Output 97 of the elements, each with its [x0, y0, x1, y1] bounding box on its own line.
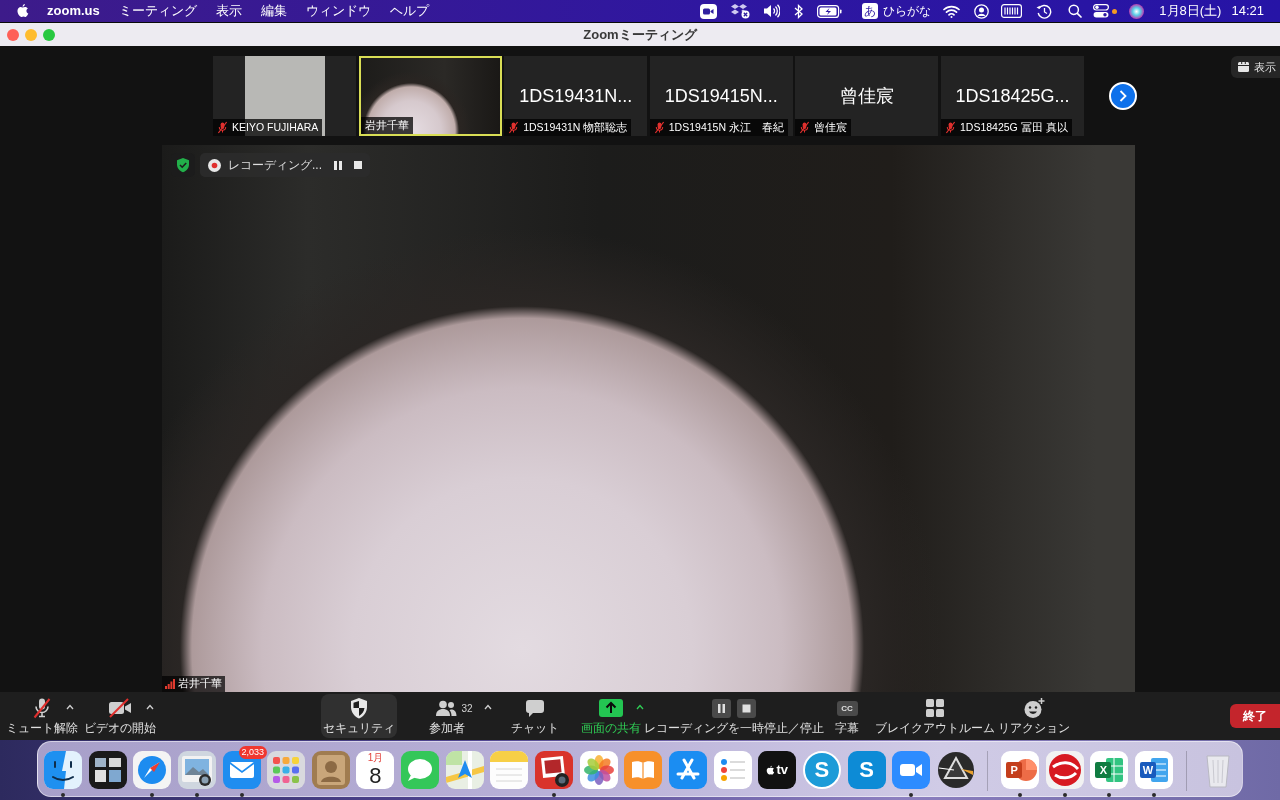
participant-caption: 岩井千華 — [364, 117, 409, 133]
captions-icon: CC — [836, 700, 858, 716]
presentation-icon[interactable]: P — [1001, 751, 1040, 789]
app-name-menu[interactable]: zoom.us — [47, 1, 100, 21]
menu-item[interactable]: 編集 — [260, 1, 287, 21]
participant-caption: 1DS19431N 物部聡志 — [523, 119, 628, 135]
battery-charging-icon[interactable] — [817, 4, 843, 18]
security-button[interactable]: セキュリティ — [321, 694, 397, 738]
search-icon[interactable] — [1068, 4, 1083, 18]
calendar-month: 1月 — [367, 752, 384, 764]
checklist-icon[interactable] — [713, 751, 752, 789]
participants-button[interactable]: 32 参加者 — [417, 694, 477, 738]
calendar-day: 8 — [369, 764, 382, 788]
participant-name: 曾佳宸 — [839, 84, 894, 108]
participant-tile[interactable]: 1DS19431N... 1DS19431N 物部聡志 — [504, 56, 648, 136]
speaker-icon[interactable] — [763, 4, 781, 18]
chat-bubble-icon — [525, 698, 545, 718]
participant-tile[interactable]: 岩井千華 — [358, 56, 502, 136]
participant-tile[interactable]: 1DS18425G... 1DS18425G 冨田 真以 — [940, 56, 1084, 136]
reactions-button[interactable]: リアクション — [997, 694, 1071, 738]
s-logo-icon[interactable]: S — [847, 751, 886, 789]
app-grid-icon[interactable] — [267, 751, 306, 789]
caret-up-icon[interactable] — [484, 704, 492, 710]
bluetooth-icon[interactable] — [794, 3, 804, 19]
stop-icon — [737, 698, 756, 718]
participant-tile[interactable]: 1DS19415N... 1DS19415N 永江 春紀 — [649, 56, 793, 136]
record-dot-icon — [208, 158, 221, 172]
menu-item[interactable]: ウィンドウ — [305, 1, 371, 21]
recording-button[interactable]: レコーディングを一時停止／停止 — [642, 694, 826, 738]
speaker-name: 岩井千華 — [178, 676, 222, 692]
menu-item[interactable]: 表示 — [215, 1, 242, 21]
caret-up-icon[interactable] — [146, 704, 154, 710]
participant-caption: 1DS18425G 冨田 真以 — [959, 119, 1068, 135]
participant-caption: KEIYO FUJIHARA — [232, 119, 319, 135]
participant-caption: 1DS19415N 永江 春紀 — [668, 119, 784, 135]
wifi-icon[interactable] — [943, 4, 961, 18]
menu-item[interactable]: ミーティング — [118, 1, 197, 21]
chevron-right-icon — [1118, 90, 1127, 102]
status-dot-icon — [1112, 8, 1118, 14]
snapshot-camera-icon[interactable] — [535, 751, 574, 789]
signal-bars-icon — [165, 679, 175, 689]
apple-logo-icon[interactable] — [16, 3, 30, 19]
menu-bar-time[interactable]: 14:21 — [1231, 1, 1264, 21]
caret-up-icon[interactable] — [66, 704, 74, 710]
crossed-sticks-icon[interactable] — [668, 751, 707, 789]
boxes-x-icon[interactable] — [731, 3, 751, 19]
input-mode-label[interactable]: ひらがな — [883, 2, 932, 20]
video-camera-icon[interactable] — [700, 3, 718, 19]
people-icon — [435, 699, 458, 717]
input-mode-icon[interactable]: あ — [862, 3, 879, 19]
captions-button[interactable]: CC 字幕 — [827, 694, 867, 738]
start-video-button[interactable]: ビデオの開始 — [82, 694, 158, 738]
close-button[interactable] — [7, 28, 19, 41]
spreadsheet-icon[interactable]: X — [1090, 751, 1129, 789]
user-circle-icon[interactable] — [974, 3, 990, 19]
word-document-icon[interactable]: W — [1135, 751, 1173, 789]
recording-status: レコーディング... — [228, 157, 322, 174]
tv-label: tv — [776, 763, 789, 777]
end-meeting-button[interactable]: 終了 — [1230, 704, 1280, 728]
participant-name: 1DS18425G... — [955, 84, 1070, 108]
unread-count-badge: 2,033 — [238, 746, 268, 759]
shield-icon — [349, 697, 369, 719]
chat-button[interactable]: チャット — [505, 694, 565, 738]
participant-name: 1DS19415N... — [664, 84, 778, 108]
breakout-rooms-button[interactable]: ブレイクアウトルーム — [874, 694, 996, 738]
orb-icon[interactable] — [1129, 3, 1145, 19]
participant-name: 1DS19431N... — [519, 84, 633, 108]
participant-caption: 曾佳宸 — [814, 119, 848, 135]
unmute-button[interactable]: ミュート解除 — [4, 694, 80, 738]
menu-item[interactable]: ヘルプ — [389, 1, 429, 21]
next-page-button[interactable] — [1108, 82, 1137, 110]
menu-bar-date[interactable]: 1月8日(土) — [1159, 1, 1222, 21]
four-squares-icon — [925, 698, 945, 718]
calendar-icon[interactable]: 1月 8 — [356, 751, 395, 789]
window-title: Zoomミーティング — [583, 25, 697, 44]
participant-tile[interactable]: KEIYO FUJIHARA — [213, 56, 356, 136]
photo-loupe-icon[interactable] — [177, 751, 216, 789]
participant-count: 32 — [461, 701, 473, 716]
pause-icon[interactable] — [334, 160, 342, 170]
map-icon[interactable] — [445, 751, 484, 789]
smiling-face-icon[interactable] — [44, 751, 82, 789]
smiley-plus-icon — [1023, 697, 1045, 719]
window-grid-icon[interactable] — [88, 751, 127, 789]
clock-arrow-icon[interactable] — [1036, 3, 1053, 19]
prism-icon[interactable] — [936, 751, 975, 789]
flower-icon[interactable] — [579, 751, 618, 789]
participant-tile[interactable]: 曾佳宸 曾佳宸 — [795, 56, 939, 136]
calendar-grid-icon — [1238, 62, 1249, 72]
tv-app-icon[interactable]: tv — [758, 751, 797, 789]
striped-box-icon[interactable] — [1001, 4, 1023, 18]
view-button[interactable]: 表示 — [1231, 56, 1280, 78]
toggles-icon[interactable] — [1093, 4, 1110, 18]
swirl-ball-icon[interactable] — [1045, 751, 1084, 789]
pause-icon — [712, 698, 731, 718]
compass-icon[interactable] — [133, 751, 172, 789]
caret-up-icon[interactable] — [636, 704, 644, 710]
share-screen-button[interactable]: 画面の共有 — [580, 694, 642, 738]
